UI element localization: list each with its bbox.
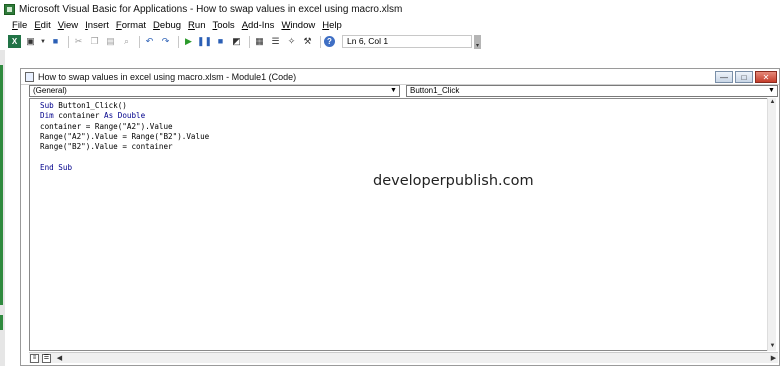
combo-row: (General) ▼ Button1_Click ▼ [29,85,778,97]
help-icon[interactable]: ? [324,36,335,47]
code-window-titlebar[interactable]: How to swap values in excel using macro.… [21,69,779,85]
vertical-scrollbar[interactable]: ▲ ▼ [767,98,776,351]
scroll-down-icon[interactable]: ▼ [768,342,777,351]
object-combo-value: (General) [33,86,67,95]
menu-file[interactable]: File [12,20,27,31]
object-combo[interactable]: (General) ▼ [29,85,400,97]
menu-window[interactable]: Window [281,20,315,31]
code-line[interactable]: End Sub [40,163,209,173]
close-icon[interactable]: ✕ [755,71,777,83]
undo-icon[interactable]: ↶ [143,35,156,48]
code-line[interactable] [40,152,209,162]
cut-icon[interactable]: ✂ [72,35,85,48]
procedure-view-icon[interactable]: ≡ [30,353,39,363]
vba-app-icon [4,3,15,15]
toolbar-separator [249,35,250,48]
design-mode-icon[interactable]: ◩ [230,35,243,48]
dropdown-arrow-icon[interactable]: ▼ [40,35,46,48]
window-title: Microsoft Visual Basic for Applications … [19,3,403,15]
insert-module-icon[interactable]: ▣ [24,35,37,48]
toolbar-separator [68,35,69,48]
menu-format[interactable]: Format [116,20,146,31]
toolbar-separator [139,35,140,48]
menu-edit[interactable]: Edit [34,20,50,31]
properties-icon[interactable]: ☰ [269,35,282,48]
code-editor[interactable]: Sub Button1_Click() Dim container As Doub… [29,98,770,351]
code-window-bottom-bar: ≡ ☰ ◀ ▶ [29,352,778,363]
chevron-down-icon[interactable]: ▼ [767,86,776,96]
menu-addins[interactable]: Add-Ins [242,20,275,31]
toolbar-options-icon[interactable]: ▾ [474,34,481,49]
menu-debug[interactable]: Debug [153,20,181,31]
standard-toolbar: X ▣ ▼ ■ ✂ ❐ ▤ ⌕ ↶ ↷ ▶ ❚❚ ■ ◩ ▦ ☰ ✧ ⚒ ? L… [0,33,780,50]
procedure-combo[interactable]: Button1_Click ▼ [406,85,778,97]
code-line[interactable]: Range("B2").Value = container [40,142,209,152]
menu-help[interactable]: Help [322,20,342,31]
toolbar-separator [178,35,179,48]
view-excel-icon[interactable]: X [8,35,21,48]
project-explorer-icon[interactable]: ▦ [253,35,266,48]
code-window-title: How to swap values in excel using macro.… [38,71,297,82]
paste-icon[interactable]: ▤ [104,35,117,48]
scroll-left-icon[interactable]: ◀ [55,354,64,362]
find-icon[interactable]: ⌕ [120,35,133,48]
copy-icon[interactable]: ❐ [88,35,101,48]
horizontal-scrollbar[interactable] [64,354,769,362]
save-icon[interactable]: ■ [49,35,62,48]
code-line[interactable]: Sub Button1_Click() [40,101,209,111]
menu-tools[interactable]: Tools [213,20,235,31]
procedure-combo-value: Button1_Click [410,86,460,95]
code-text[interactable]: Sub Button1_Click() Dim container As Doub… [40,101,209,173]
pane-accent [0,315,3,330]
toolbar-separator [320,35,321,48]
code-line[interactable]: Dim container As Double [40,111,209,121]
run-icon[interactable]: ▶ [182,35,195,48]
full-module-view-icon[interactable]: ☰ [42,353,51,363]
title-bar: Microsoft Visual Basic for Applications … [0,0,780,18]
module-icon [25,71,34,82]
code-line[interactable]: Range("A2").Value = Range("B2").Value [40,132,209,142]
minimize-icon[interactable]: — [715,71,733,83]
reset-icon[interactable]: ■ [214,35,227,48]
pane-accent [0,65,3,305]
menu-run[interactable]: Run [188,20,205,31]
chevron-down-icon[interactable]: ▼ [389,86,398,96]
redo-icon[interactable]: ↷ [159,35,172,48]
cursor-position: Ln 6, Col 1 [342,35,472,48]
menu-insert[interactable]: Insert [85,20,109,31]
watermark-text: developerpublish.com [373,173,534,189]
window-controls: — □ ✕ [713,71,777,83]
scroll-right-icon[interactable]: ▶ [769,354,778,362]
object-browser-icon[interactable]: ✧ [285,35,298,48]
menu-view[interactable]: View [58,20,78,31]
toolbox-icon[interactable]: ⚒ [301,35,314,48]
code-line[interactable]: container = Range("A2").Value [40,122,209,132]
code-window: How to swap values in excel using macro.… [20,68,780,366]
scroll-up-icon[interactable]: ▲ [768,98,777,107]
menu-bar: File Edit View Insert Format Debug Run Tools Add… [0,18,780,33]
maximize-icon[interactable]: □ [735,71,753,83]
break-icon[interactable]: ❚❚ [197,35,212,48]
